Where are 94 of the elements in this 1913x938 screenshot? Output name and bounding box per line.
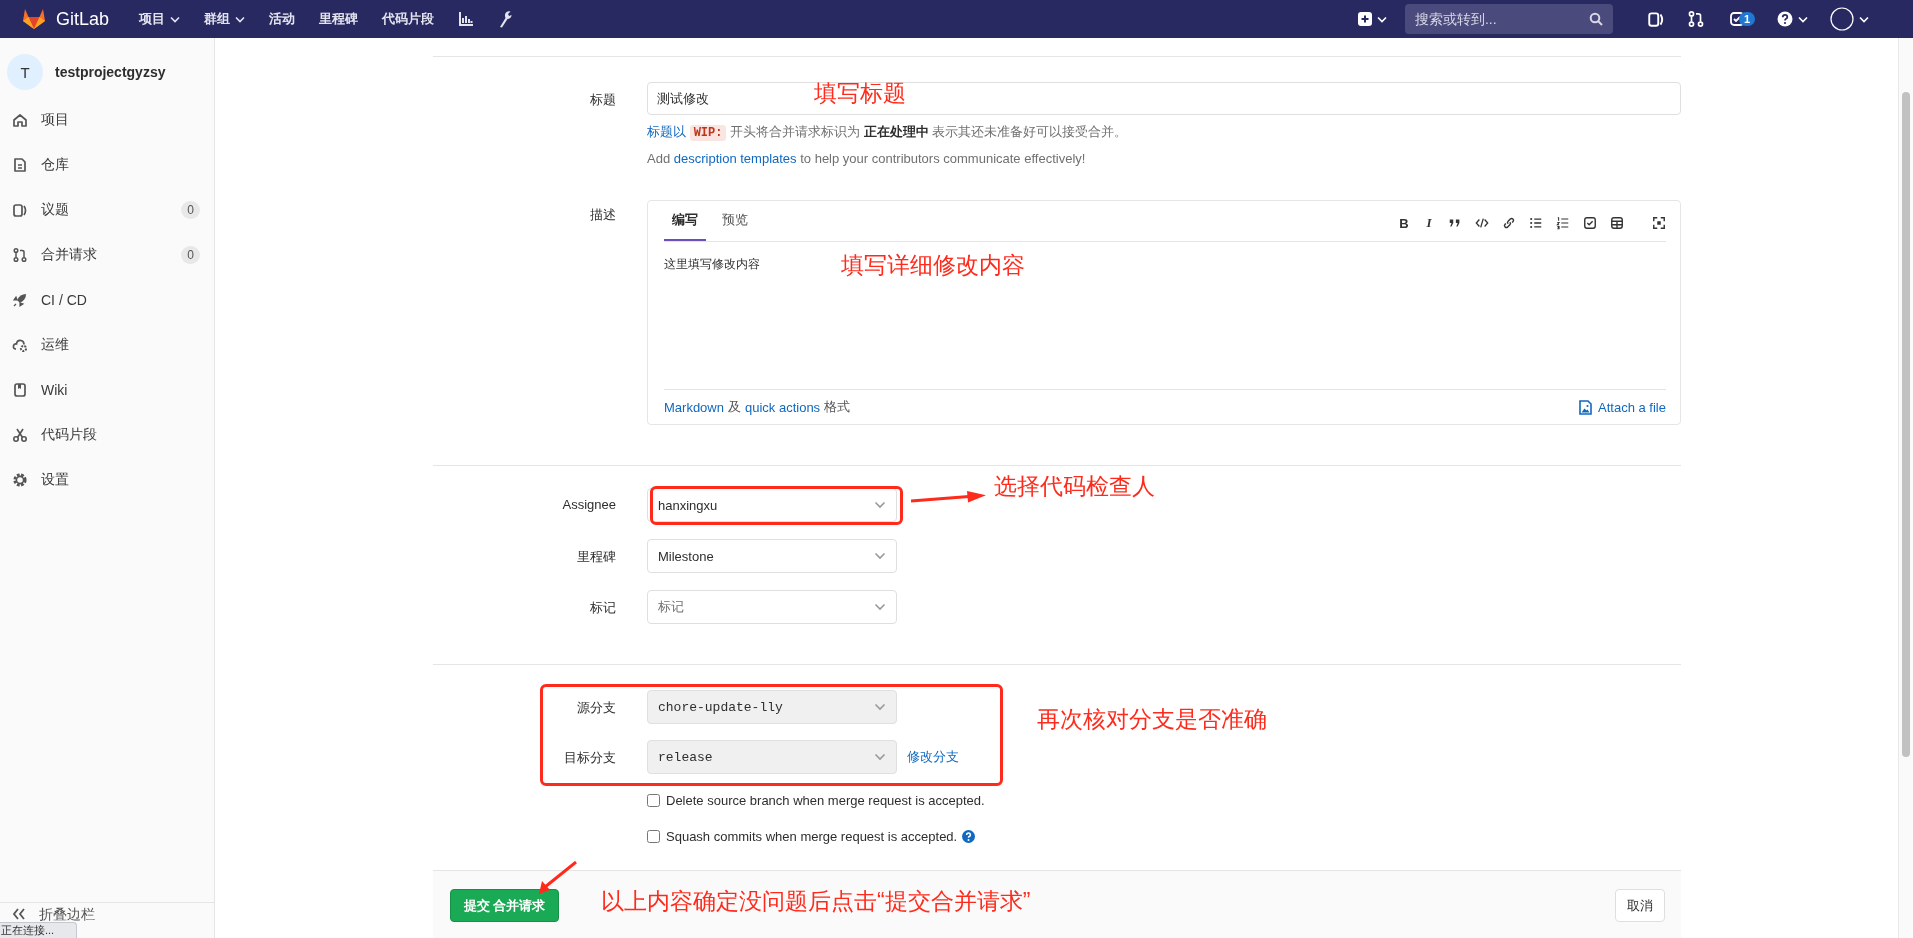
scrollbar-thumb[interactable] (1902, 92, 1910, 757)
project-avatar[interactable]: T (7, 54, 43, 90)
nav-menu-item[interactable]: 活动 (269, 10, 296, 28)
checkbox-label[interactable]: Delete source branch when merge request is accepted. (666, 792, 985, 808)
templates-link[interactable]: description templates (673, 151, 797, 166)
code-snippet: WIP: (689, 125, 727, 141)
chevron-down-icon (874, 552, 886, 560)
markdown-link[interactable]: Markdown (664, 399, 724, 415)
bold-button[interactable]: B (1398, 215, 1410, 231)
sidebar-item[interactable]: 合并请求 (12, 245, 182, 264)
sidebar-item[interactable]: 代码片段 (12, 425, 200, 444)
select-dropdown[interactable]: 标记 (647, 590, 897, 624)
footer-text: 及 (727, 398, 741, 416)
double-chevron-icon (12, 908, 26, 920)
todo-icon[interactable] (1728, 11, 1745, 27)
select-dropdown[interactable]: Milestone (647, 539, 897, 573)
field-label: Assignee (561, 496, 616, 512)
search-field[interactable]: 搜索或转到... (1404, 4, 1613, 34)
count-badge: 0 (181, 245, 200, 264)
italic-button[interactable]: I (1423, 215, 1435, 231)
chevron-down-icon (874, 703, 886, 711)
annotation-text: 再次核对分支是否准确 (1037, 705, 1267, 734)
fox-logo-icon[interactable] (22, 8, 46, 30)
plus-icon[interactable] (1357, 12, 1372, 26)
field-label: 里程碑 (576, 548, 616, 566)
field-label: 描述 (589, 206, 616, 224)
annotation-text: 选择代码检查人 (994, 472, 1155, 500)
settings-icon (12, 471, 28, 488)
home-icon (12, 111, 28, 128)
search-icon[interactable] (1588, 12, 1603, 26)
link-icon[interactable] (1502, 216, 1516, 230)
hint-text: 标题以 WIP: 开头将合并请求标识为 正在处理中 表示其还未准备好可以接受合并。 (647, 123, 1129, 142)
caret-icon (1859, 15, 1869, 23)
sidebar-item[interactable]: 仓库 (12, 155, 200, 174)
editor-tab[interactable]: 编写 (664, 211, 706, 241)
caret-icon (1798, 15, 1808, 23)
code-icon[interactable] (1475, 216, 1489, 230)
issues-icon (12, 201, 28, 218)
sidebar-item[interactable]: 议题 (12, 200, 182, 219)
chevron-down-icon (874, 501, 886, 509)
nav-menu-item[interactable]: 代码片段 (382, 10, 435, 28)
chevron-down-icon (874, 753, 886, 761)
checkbox[interactable] (647, 793, 660, 807)
issues-icon (1646, 10, 1665, 28)
merge-request-icon (1686, 10, 1705, 28)
chart-icon[interactable] (458, 11, 475, 27)
checkbox-label[interactable]: Squash commits when merge request is accepted. (666, 828, 958, 844)
fullscreen-icon[interactable] (1652, 216, 1666, 230)
table-icon[interactable] (1610, 216, 1624, 230)
attach-file-link[interactable]: Attach a file (1579, 399, 1666, 415)
scissors-icon (12, 426, 28, 443)
sidebar-item[interactable]: Wiki (12, 381, 200, 398)
help-icon[interactable] (1777, 11, 1793, 27)
field-label: 标记 (589, 599, 616, 617)
select-dropdown[interactable]: hanxingxu (647, 488, 897, 522)
collapse-sidebar-button[interactable]: 折叠边栏 (12, 906, 95, 922)
count-badge: 0 (181, 200, 200, 219)
nav-menu-item[interactable]: 里程碑 (319, 10, 359, 28)
annotation-text: 以上内容确定没问题后点击“提交合并请求” (601, 887, 1031, 915)
field-label: 标题 (589, 91, 616, 109)
image-file-icon (1579, 399, 1593, 415)
book-icon (12, 381, 28, 398)
description-text[interactable]: 这里填写修改内容 (664, 257, 760, 271)
annotation-text: 填写标题 (814, 79, 906, 107)
sidebar-item[interactable]: 运维 (12, 335, 200, 354)
field-label: 源分支 (576, 699, 616, 717)
avatar-icon[interactable] (1830, 7, 1854, 31)
rocket-icon (12, 291, 28, 308)
bullet-list-icon[interactable] (1529, 216, 1543, 230)
sidebar-item[interactable]: CI / CD (12, 291, 200, 308)
caret-icon (1376, 15, 1387, 23)
checkbox[interactable] (647, 829, 660, 843)
footer-text: 格式 (824, 398, 851, 416)
sidebar-item[interactable]: 设置 (12, 470, 200, 489)
brand-name[interactable]: GitLab (56, 8, 110, 30)
nav-menu-item[interactable]: 项目 (139, 10, 181, 28)
numbered-list-icon[interactable] (1556, 216, 1570, 230)
document-icon (12, 156, 28, 173)
cancel-button[interactable]: 取消 (1615, 889, 1665, 922)
chevron-down-icon (874, 603, 886, 611)
status-tooltip: 正在连接... (0, 922, 78, 938)
merge-request-icon (12, 246, 28, 263)
nav-menu-item[interactable]: 群组 (204, 10, 246, 28)
quick-actions-link[interactable]: quick actions (744, 399, 821, 415)
annotation-text: 填写详细修改内容 (841, 251, 1025, 279)
title-input[interactable]: 测试修改 填写标题 (647, 82, 1681, 115)
editor-tab[interactable]: 预览 (714, 211, 756, 241)
project-name[interactable]: testprojectgyzsy (55, 64, 166, 80)
todo-count-badge: 1 (1738, 12, 1755, 26)
checkbox-icon[interactable] (1583, 216, 1597, 230)
hint-text: Add description templates to help your contributors communicate effectively! (647, 150, 1087, 168)
field-label: 目标分支 (563, 749, 616, 767)
hint-link[interactable]: 标题以 (647, 124, 686, 139)
sidebar-item[interactable]: 项目 (12, 110, 200, 129)
